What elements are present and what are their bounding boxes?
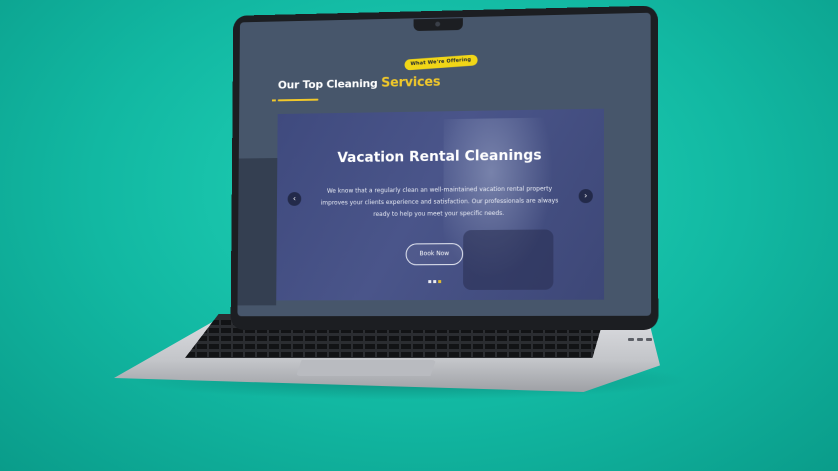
side-ports bbox=[628, 338, 652, 341]
camera-notch bbox=[414, 18, 463, 31]
trackpad bbox=[296, 360, 436, 376]
slider-dot-active[interactable] bbox=[438, 280, 441, 283]
title-underline bbox=[278, 99, 319, 102]
laptop-lid: What We're Offering Our Top Cleaning Ser… bbox=[231, 6, 659, 330]
slider-dots bbox=[428, 280, 441, 283]
offering-badge: What We're Offering bbox=[404, 54, 477, 70]
slider-dot[interactable] bbox=[433, 280, 436, 283]
slider-dot[interactable] bbox=[428, 280, 431, 283]
laptop-screen: What We're Offering Our Top Cleaning Ser… bbox=[237, 13, 651, 316]
section-title-accent: Services bbox=[381, 75, 440, 91]
slide-photo-basket bbox=[463, 229, 553, 290]
services-slider: Vacation Rental Cleanings We know that a… bbox=[276, 109, 604, 301]
section-title-prefix: Our Top Cleaning bbox=[278, 77, 378, 92]
section-title: Our Top Cleaning Services bbox=[278, 75, 441, 93]
book-now-button[interactable]: Book Now bbox=[406, 243, 464, 265]
next-arrow-icon[interactable]: › bbox=[579, 189, 593, 203]
camera-icon bbox=[435, 22, 440, 27]
prev-arrow-icon[interactable]: ‹ bbox=[288, 192, 302, 206]
slide-description: We know that a regularly clean an well-m… bbox=[316, 183, 564, 221]
background-photo bbox=[238, 158, 278, 305]
